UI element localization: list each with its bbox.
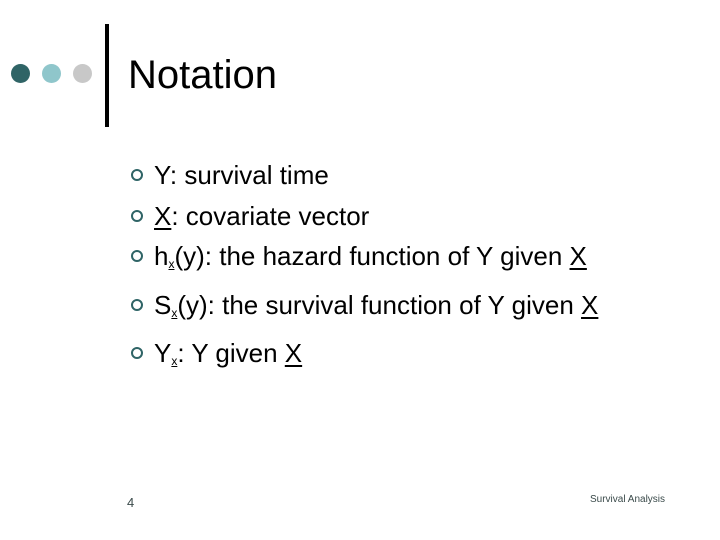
bullet-text: h bbox=[154, 241, 169, 271]
vector-symbol: X bbox=[154, 200, 172, 231]
vector-symbol: X bbox=[284, 338, 303, 368]
bullet-text: Y: survival time bbox=[154, 160, 329, 190]
circle-bullet-icon bbox=[131, 298, 143, 311]
bullet-item: X: covariate vector bbox=[130, 196, 598, 237]
decor-dot-light bbox=[42, 64, 61, 83]
slide-title: Notation bbox=[128, 53, 277, 97]
bullet-item: Sx(y): the survival function of Y given … bbox=[130, 285, 598, 334]
bullet-text: Y bbox=[154, 338, 172, 368]
page-number: 4 bbox=[127, 495, 135, 510]
bullet-text: (y): the survival function of Y given bbox=[177, 289, 582, 320]
bullet-text: : Y given bbox=[177, 338, 285, 368]
decor-dot-dark bbox=[11, 64, 30, 83]
circle-bullet-icon bbox=[131, 209, 143, 222]
circle-bullet-icon bbox=[131, 347, 143, 359]
title-divider bbox=[105, 24, 109, 127]
vector-symbol: X bbox=[569, 241, 587, 271]
bullet-item: hx(y): the hazard function of Y given X bbox=[130, 236, 598, 285]
circle-bullet-icon bbox=[131, 250, 143, 262]
footer-text: Survival Analysis bbox=[590, 494, 666, 505]
bullet-list: Y: survival time X: covariate vector hx(… bbox=[130, 155, 598, 382]
bullet-text: S bbox=[154, 289, 172, 320]
circle-bullet-icon bbox=[131, 169, 143, 181]
vector-symbol: X bbox=[581, 289, 599, 320]
bullet-item: Yx: Y given X bbox=[130, 333, 598, 382]
bullet-text: (y): the hazard function of Y given bbox=[174, 241, 570, 271]
bullet-text: : covariate vector bbox=[171, 200, 370, 231]
decor-dot-gray bbox=[73, 64, 92, 83]
bullet-item: Y: survival time bbox=[130, 155, 598, 196]
